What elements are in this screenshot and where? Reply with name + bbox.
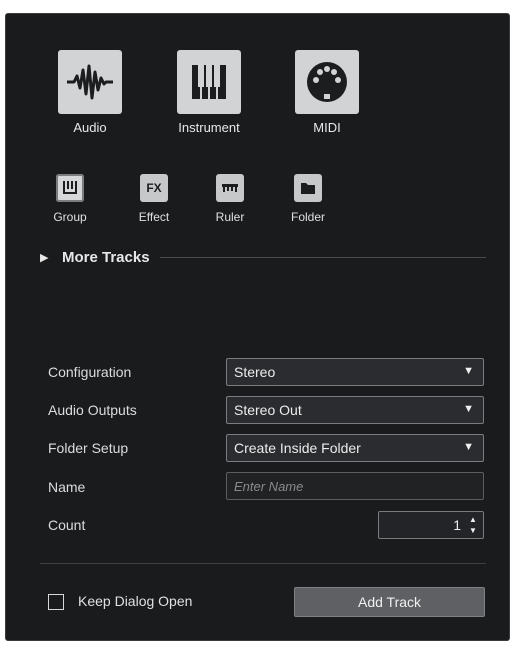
track-type-instrument-label: Instrument [178,120,240,135]
expand-arrow-icon: ▶ [40,251,49,264]
track-type-folder-label: Folder [290,210,325,224]
count-stepper[interactable]: 1 ▲ ▼ [378,511,484,539]
more-tracks-toggle[interactable]: ▶ More Tracks [40,247,486,267]
decrement-arrow-icon[interactable]: ▼ [469,526,477,535]
track-type-audio[interactable]: Audio [45,50,135,135]
count-value: 1 [453,517,461,533]
audio-outputs-dropdown[interactable]: Stereo Out ▼ [226,396,484,424]
configuration-dropdown[interactable]: Stereo ▼ [226,358,484,386]
group-icon [56,174,84,202]
track-type-midi[interactable]: MIDI [282,50,372,135]
audio-outputs-value: Stereo Out [234,402,302,418]
configuration-label: Configuration [48,364,132,380]
name-label: Name [48,479,86,495]
configuration-value: Stereo [234,364,276,380]
ruler-icon [216,174,244,202]
track-type-instrument[interactable]: Instrument [164,50,254,135]
more-tracks-label: More Tracks [62,248,150,266]
fx-icon: FX [140,174,168,202]
track-type-ruler[interactable]: Ruler [200,174,260,224]
add-track-button-label: Add Track [357,594,422,610]
track-type-effect-label: Effect [138,210,170,224]
fx-icon-text: FX [146,181,162,195]
keep-dialog-open-checkbox[interactable] [48,594,64,610]
track-type-ruler-label: Ruler [215,210,245,224]
folder-setup-label: Folder Setup [48,440,129,456]
keep-dialog-open-label[interactable]: Keep Dialog Open [78,593,192,609]
track-type-group-label: Group [53,210,87,224]
midi-connector-icon [295,50,359,114]
folder-setup-value: Create Inside Folder [234,440,361,456]
add-track-button[interactable]: Add Track [294,587,485,617]
folder-setup-dropdown[interactable]: Create Inside Folder ▼ [226,434,484,462]
audio-waveform-icon [58,50,122,114]
count-label: Count [48,517,86,533]
track-type-folder[interactable]: Folder [278,174,338,224]
track-type-group[interactable]: Group [40,174,100,224]
track-type-audio-label: Audio [73,120,107,135]
audio-outputs-label: Audio Outputs [48,402,137,418]
track-type-effect[interactable]: FX Effect [124,174,184,224]
track-type-midi-label: MIDI [313,120,341,135]
chevron-down-icon: ▼ [463,365,474,377]
increment-arrow-icon[interactable]: ▲ [469,515,477,524]
count-spinner: ▲ ▼ [468,515,478,535]
chevron-down-icon: ▼ [463,441,474,453]
name-field[interactable] [226,472,484,500]
more-tracks-divider [159,256,486,258]
chevron-down-icon: ▼ [463,403,474,415]
piano-keys-icon [177,50,241,114]
footer-divider [40,563,486,564]
folder-icon [294,174,322,202]
add-track-dialog: Audio Instrument MIDI Group FX Effect Ru… [5,13,510,641]
